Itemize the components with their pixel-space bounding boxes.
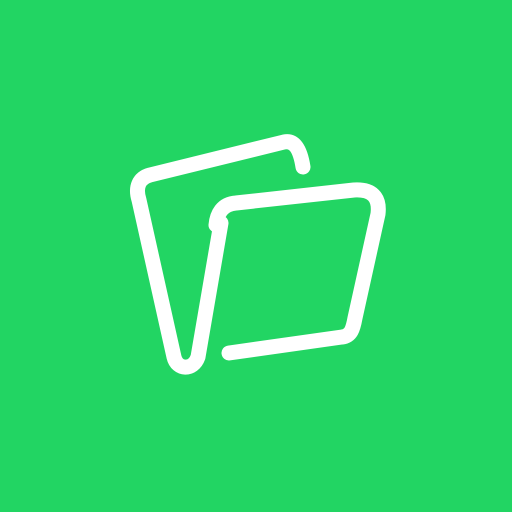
folder-icon xyxy=(130,134,386,375)
app-icon-background xyxy=(0,0,512,512)
folder-front-panel xyxy=(208,182,386,361)
folder-back-panel xyxy=(130,134,311,375)
